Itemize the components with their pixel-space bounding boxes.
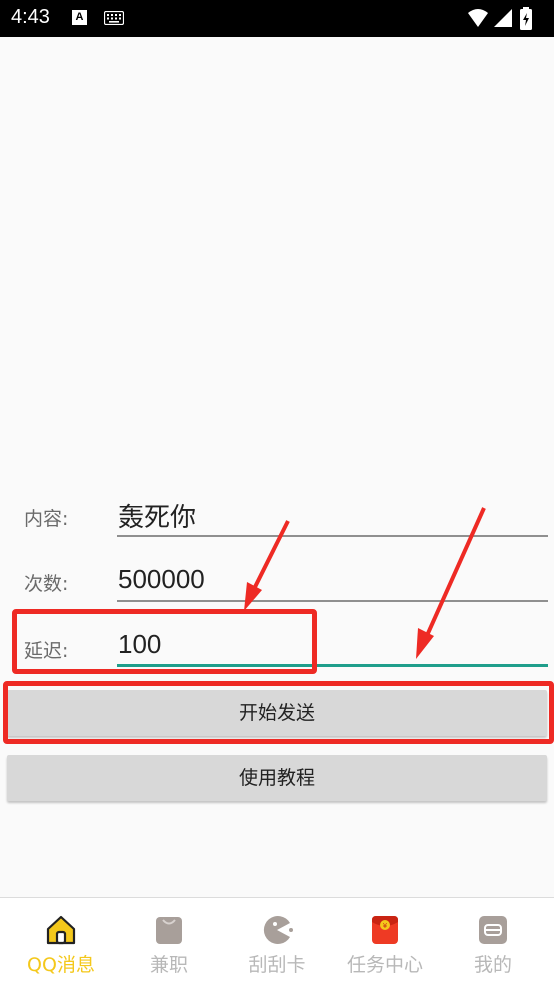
start-button-highlight-box bbox=[3, 681, 554, 744]
content-input-underline bbox=[117, 535, 548, 537]
content-input[interactable]: 轰死你 bbox=[118, 497, 196, 534]
tab-scratch-card[interactable]: 刮刮卡 bbox=[222, 898, 332, 985]
annotation-arrows bbox=[244, 507, 486, 659]
tab-mine[interactable]: 我的 bbox=[438, 898, 548, 985]
keyboard-icon bbox=[104, 11, 124, 25]
status-bar: 4:43 A bbox=[0, 0, 554, 37]
tab-task-center[interactable]: ¥ 任务中心 bbox=[330, 898, 440, 985]
tab-label: 刮刮卡 bbox=[248, 954, 306, 976]
svg-text:¥: ¥ bbox=[383, 922, 388, 930]
status-time: 4:43 bbox=[11, 6, 50, 28]
count-input[interactable]: 500000 bbox=[118, 564, 205, 595]
pacman-icon bbox=[263, 916, 293, 944]
home-icon bbox=[46, 915, 76, 945]
arrow-to-delay-line bbox=[416, 507, 486, 659]
content-label: 内容: bbox=[24, 508, 69, 530]
count-input-underline bbox=[117, 600, 548, 602]
bag-icon bbox=[156, 917, 182, 944]
tab-part-time[interactable]: 兼职 bbox=[114, 898, 224, 985]
profile-card-icon bbox=[479, 916, 507, 944]
tab-label: 我的 bbox=[473, 954, 512, 976]
battery-icon bbox=[520, 7, 532, 30]
tab-qq-messages[interactable]: QQ消息 bbox=[6, 898, 116, 985]
bottom-tab-bar: QQ消息 兼职 刮刮卡 ¥ 任务中心 我的 bbox=[0, 897, 554, 985]
delay-highlight-box bbox=[12, 609, 317, 674]
count-label: 次数: bbox=[24, 573, 69, 595]
tab-label: 任务中心 bbox=[346, 954, 423, 976]
tab-label: QQ消息 bbox=[27, 954, 95, 976]
red-envelope-icon: ¥ bbox=[372, 916, 398, 944]
signal-icon bbox=[494, 9, 512, 27]
tutorial-button[interactable]: 使用教程 bbox=[7, 755, 547, 801]
status-right-icons bbox=[468, 7, 532, 30]
tab-label: 兼职 bbox=[149, 954, 188, 976]
a-badge-icon: A bbox=[72, 10, 87, 25]
wifi-icon bbox=[468, 9, 488, 27]
